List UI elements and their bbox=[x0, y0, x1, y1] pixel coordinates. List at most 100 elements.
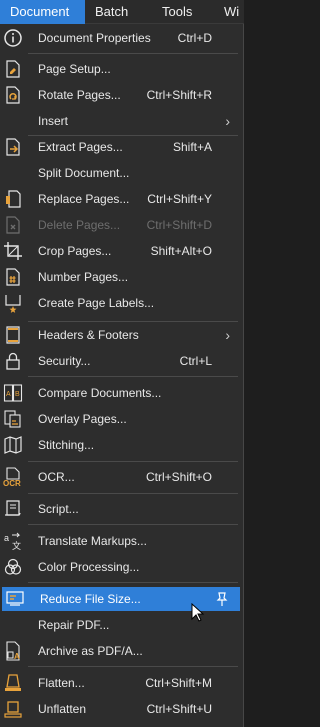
menu-item-shortcut: Ctrl+D bbox=[177, 31, 212, 45]
mouse-cursor-icon bbox=[191, 603, 205, 622]
menu-item-label: Reduce File Size... bbox=[40, 592, 141, 606]
menu-item-replace-pages[interactable]: Replace Pages... Ctrl+Shift+Y bbox=[0, 187, 240, 211]
menu-separator bbox=[28, 376, 238, 377]
menu-separator bbox=[28, 321, 238, 322]
menu-separator bbox=[28, 524, 238, 525]
menu-item-label: Insert bbox=[38, 114, 69, 128]
pin-icon[interactable] bbox=[214, 591, 230, 607]
compare-documents-icon: AB bbox=[3, 383, 23, 403]
menu-item-label: Color Processing... bbox=[38, 560, 140, 574]
menu-separator bbox=[28, 493, 238, 494]
translate-icon: a文 bbox=[3, 531, 23, 551]
menu-item-label: Headers & Footers bbox=[38, 328, 139, 342]
menu-item-rotate-pages[interactable]: Rotate Pages... Ctrl+Shift+R bbox=[0, 83, 240, 107]
reduce-file-size-icon bbox=[5, 589, 25, 609]
document-dropdown-menu: Document Properties Ctrl+D Page Setup...… bbox=[0, 24, 244, 727]
rotate-pages-icon bbox=[3, 85, 23, 105]
menu-tools[interactable]: Tools bbox=[152, 0, 216, 24]
menu-item-headers-footers[interactable]: Headers & Footers › bbox=[0, 323, 240, 347]
menu-item-label: Number Pages... bbox=[38, 270, 129, 284]
menu-item-label: Create Page Labels... bbox=[38, 296, 155, 310]
menu-item-label: Split Document... bbox=[38, 166, 130, 180]
menu-item-label: Security... bbox=[38, 354, 91, 368]
extract-pages-icon bbox=[3, 137, 23, 157]
flatten-icon bbox=[3, 673, 23, 693]
menu-separator bbox=[28, 461, 238, 462]
menu-item-shortcut: Ctrl+Shift+D bbox=[146, 218, 212, 232]
replace-pages-icon bbox=[3, 189, 23, 209]
menu-item-page-setup[interactable]: Page Setup... bbox=[0, 57, 240, 81]
ocr-icon-text: OCR bbox=[3, 479, 21, 487]
menu-item-split-document[interactable]: Split Document... bbox=[0, 161, 240, 185]
archive-icon-text: A bbox=[14, 652, 20, 661]
menu-item-color-processing[interactable]: Color Processing... bbox=[0, 555, 240, 579]
svg-text:A: A bbox=[6, 391, 11, 398]
lock-icon bbox=[3, 351, 23, 371]
menu-item-shortcut: Ctrl+Shift+R bbox=[146, 88, 212, 102]
menu-item-shortcut: Ctrl+Shift+U bbox=[146, 702, 212, 716]
menu-item-label: Document Properties bbox=[38, 31, 151, 45]
headers-footers-icon bbox=[3, 325, 23, 345]
info-icon bbox=[3, 28, 23, 48]
menu-item-flatten[interactable]: Flatten... Ctrl+Shift+M bbox=[0, 671, 240, 695]
menu-item-label: Replace Pages... bbox=[38, 192, 130, 206]
menu-window[interactable]: Wi bbox=[216, 0, 244, 24]
unflatten-icon bbox=[3, 699, 23, 719]
menu-item-label: Flatten... bbox=[38, 676, 85, 690]
menu-item-number-pages[interactable]: Number Pages... bbox=[0, 265, 240, 289]
menu-item-label: Unflatten bbox=[38, 702, 87, 716]
menu-item-label: Repair PDF... bbox=[38, 618, 110, 632]
menu-item-label: OCR... bbox=[38, 470, 75, 484]
menu-item-script[interactable]: Script... bbox=[0, 497, 240, 521]
menu-separator bbox=[28, 582, 238, 583]
menu-item-shortcut: Ctrl+L bbox=[179, 354, 212, 368]
menu-bar: Document Batch Tools Wi bbox=[0, 0, 244, 24]
menu-item-insert[interactable]: Insert › bbox=[0, 109, 240, 133]
menu-item-label: Extract Pages... bbox=[38, 140, 123, 154]
svg-text:文: 文 bbox=[12, 540, 21, 551]
menu-item-shortcut: Shift+A bbox=[172, 140, 212, 154]
menu-item-create-page-labels[interactable]: Create Page Labels... bbox=[0, 291, 240, 315]
menu-item-document-properties[interactable]: Document Properties Ctrl+D bbox=[0, 26, 240, 50]
menu-item-label: Stitching... bbox=[38, 438, 95, 452]
menu-item-label: Delete Pages... bbox=[38, 218, 121, 232]
menu-item-label: Compare Documents... bbox=[38, 386, 162, 400]
menu-item-shortcut: Ctrl+Shift+O bbox=[145, 470, 212, 484]
chevron-right-icon: › bbox=[225, 113, 230, 129]
page-setup-icon bbox=[3, 59, 23, 79]
stitching-map-icon bbox=[3, 435, 23, 455]
menu-item-archive-pdfa[interactable]: A Archive as PDF/A... bbox=[0, 639, 240, 663]
delete-pages-icon bbox=[3, 215, 23, 235]
menu-item-stitching[interactable]: Stitching... bbox=[0, 433, 240, 457]
menu-item-label: Crop Pages... bbox=[38, 244, 112, 258]
menu-item-label: Archive as PDF/A... bbox=[38, 644, 143, 658]
script-icon bbox=[3, 499, 23, 519]
menu-item-unflatten[interactable]: Unflatten Ctrl+Shift+U bbox=[0, 697, 240, 721]
menu-item-crop-pages[interactable]: Crop Pages... Shift+Alt+O bbox=[0, 239, 240, 263]
menu-separator bbox=[28, 53, 238, 54]
menu-document[interactable]: Document bbox=[0, 0, 85, 24]
overlay-pages-icon bbox=[3, 409, 23, 429]
menu-item-compare-documents[interactable]: AB Compare Documents... bbox=[0, 381, 240, 405]
color-processing-icon bbox=[3, 557, 23, 577]
archive-pdfa-icon: A bbox=[3, 641, 23, 661]
svg-text:a: a bbox=[4, 533, 9, 543]
menu-item-translate-markups[interactable]: a文 Translate Markups... bbox=[0, 529, 240, 553]
menu-item-shortcut: Shift+Alt+O bbox=[150, 244, 212, 258]
menu-item-shortcut: Ctrl+Shift+M bbox=[145, 676, 212, 690]
menu-item-label: Translate Markups... bbox=[38, 534, 147, 548]
ocr-icon: OCR bbox=[3, 467, 23, 487]
menu-item-overlay-pages[interactable]: Overlay Pages... bbox=[0, 407, 240, 431]
number-pages-icon bbox=[3, 267, 23, 287]
svg-text:B: B bbox=[15, 391, 20, 398]
chevron-right-icon: › bbox=[225, 327, 230, 343]
crop-icon bbox=[3, 241, 23, 261]
menu-item-security[interactable]: Security... Ctrl+L bbox=[0, 349, 240, 373]
menu-separator bbox=[28, 666, 238, 667]
menu-item-label: Rotate Pages... bbox=[38, 88, 121, 102]
menu-item-extract-pages[interactable]: Extract Pages... Shift+A bbox=[0, 135, 240, 159]
menu-item-label: Page Setup... bbox=[38, 62, 111, 76]
menu-item-ocr[interactable]: OCR OCR... Ctrl+Shift+O bbox=[0, 465, 240, 489]
menu-batch[interactable]: Batch bbox=[85, 0, 152, 24]
menu-item-label: Overlay Pages... bbox=[38, 412, 127, 426]
